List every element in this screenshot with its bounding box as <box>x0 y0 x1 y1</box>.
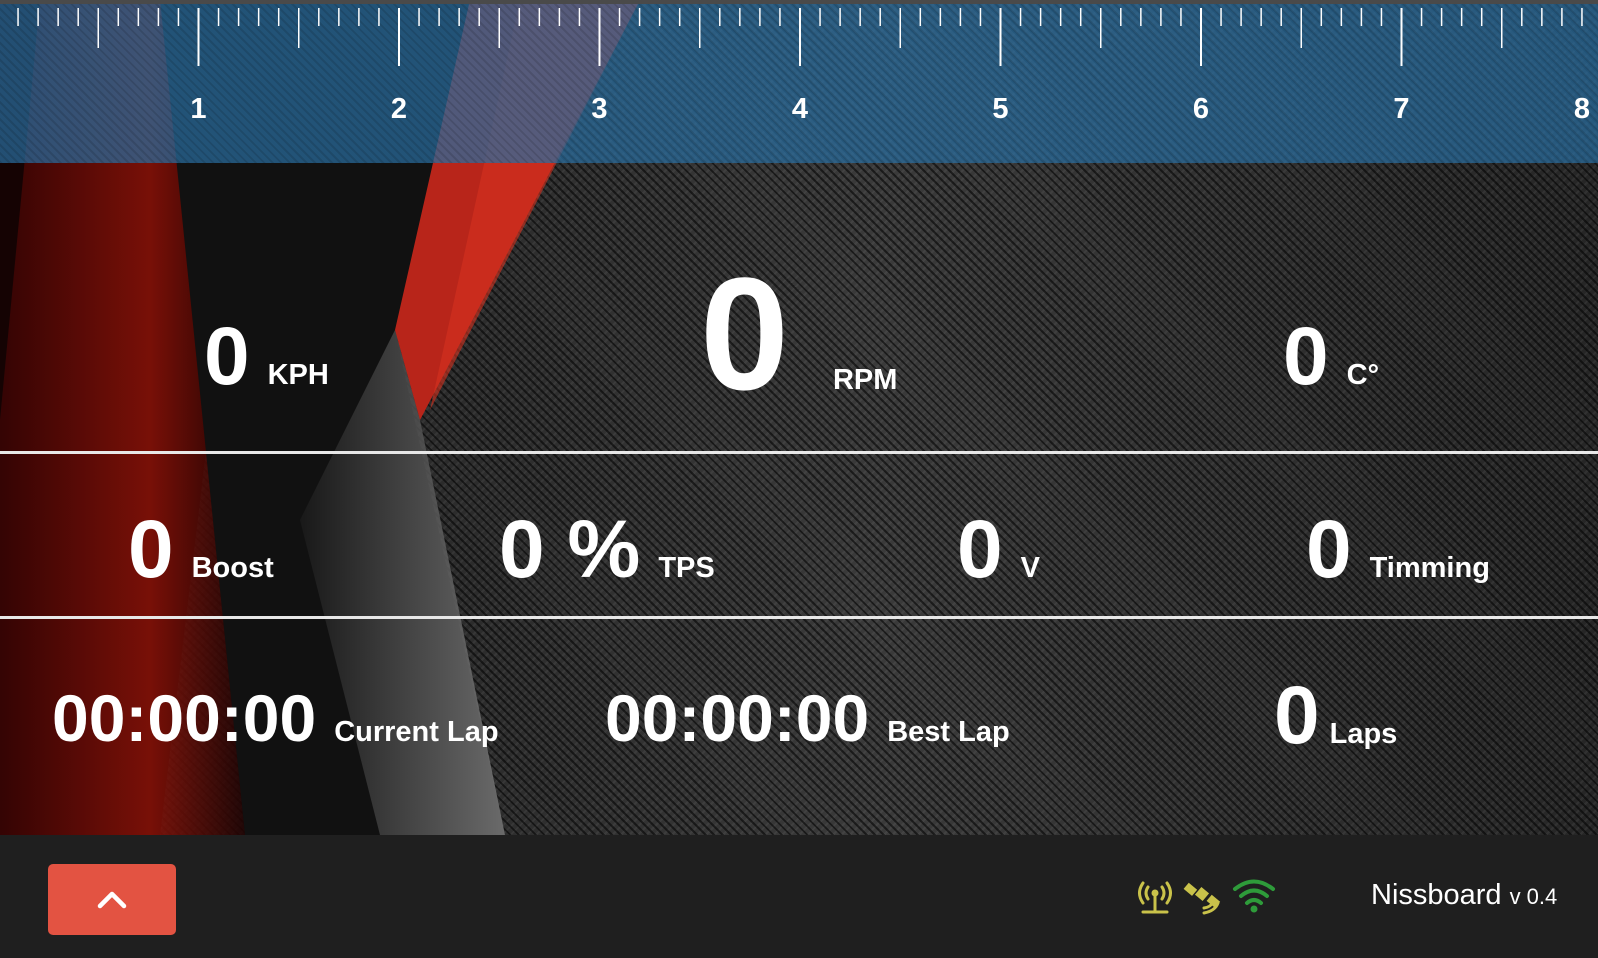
app-title: Nissboard v 0.4 <box>1371 879 1557 912</box>
timing-value: 0 <box>1306 504 1352 595</box>
boost-unit: Boost <box>191 552 274 584</box>
laps-gauge: 0 Laps <box>1274 669 1397 763</box>
laps-unit: Laps <box>1329 718 1398 750</box>
voltage-value: 0 <box>957 504 1003 595</box>
voltage-unit: V <box>1020 552 1040 584</box>
temperature-unit: C° <box>1346 359 1380 391</box>
speed-value: 0 <box>204 311 250 402</box>
tach-tick-label: 1 <box>190 93 206 125</box>
satellite-icon <box>1183 882 1221 915</box>
boost-value: 0 <box>128 504 174 595</box>
timing-gauge: 0 Timming <box>1306 503 1490 597</box>
tach-tick-label: 2 <box>391 93 407 125</box>
boost-gauge: 0 Boost <box>128 503 274 597</box>
bottom-bar: Nissboard v 0.4 <box>0 835 1598 958</box>
rpm-unit: RPM <box>832 364 898 396</box>
expand-up-button[interactable] <box>48 864 176 935</box>
chevron-up-icon <box>97 891 127 908</box>
laps-value: 0 <box>1274 670 1320 761</box>
tach-tick-label: 5 <box>992 93 1008 125</box>
best-lap-gauge: 00:00:00 Best Lap <box>605 680 1010 756</box>
current-lap-value: 00:00:00 <box>52 681 317 755</box>
app-version: v 0.4 <box>1509 884 1558 909</box>
tach-tick-label: 4 <box>792 93 808 125</box>
tach-tick-label: 7 <box>1393 93 1409 125</box>
current-lap-unit: Current Lap <box>334 716 499 748</box>
wifi-icon <box>1233 879 1275 913</box>
tachometer-scale: 1 2 3 4 5 6 7 8 <box>17 8 1590 125</box>
best-lap-value: 00:00:00 <box>605 681 870 755</box>
speed-gauge: 0 KPH <box>204 310 329 404</box>
row-divider <box>0 451 1598 454</box>
row-divider <box>0 616 1598 619</box>
dashboard: 12345678 0 KPH 0 RPM 0 C° 0 Boost 0 % TPS 0V … <box>0 0 1598 835</box>
antenna-icon <box>1138 881 1172 914</box>
timing-unit: Timming <box>1369 552 1490 584</box>
tach-tick-label: 3 <box>591 93 607 125</box>
tachometer-bar: 1 2 3 4 5 6 7 8 <box>0 0 1598 163</box>
tach-tick-label: 8 <box>1574 93 1590 125</box>
temperature-gauge: 0 C° <box>1283 310 1379 404</box>
tach-tick-label: 6 <box>1193 93 1209 125</box>
tps-unit: TPS <box>658 552 715 584</box>
speed-unit: KPH <box>267 359 329 391</box>
rpm-value: 0 <box>700 244 789 423</box>
voltage-gauge: 0V <box>957 503 1040 597</box>
tps-value: 0 % <box>499 504 641 595</box>
rpm-gauge: 0 RPM <box>700 242 897 426</box>
app-name: Nissboard <box>1371 879 1502 911</box>
best-lap-unit: Best Lap <box>887 716 1010 748</box>
temperature-value: 0 <box>1283 311 1329 402</box>
tps-gauge: 0 % TPS <box>499 503 715 597</box>
current-lap-gauge: 00:00:00 Current Lap <box>52 680 499 756</box>
